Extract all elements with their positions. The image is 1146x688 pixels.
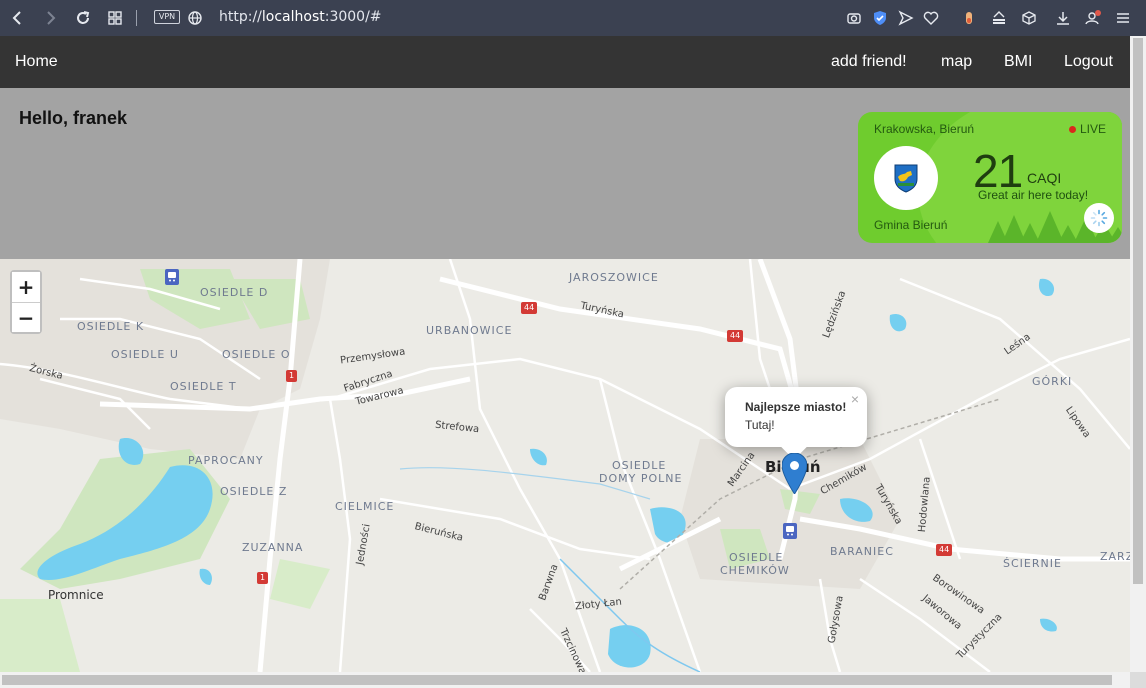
send-icon[interactable] — [897, 9, 915, 27]
coat-of-arms-icon — [874, 146, 938, 210]
district-label: GÓRKI — [1032, 375, 1073, 388]
nav-home[interactable]: Home — [15, 53, 58, 71]
toolbar-divider — [136, 10, 137, 26]
district-label: OSIEDLE — [729, 551, 784, 564]
zoom-in-button[interactable]: + — [12, 272, 40, 302]
extension-icon[interactable] — [960, 9, 978, 27]
district-label: OSIEDLE O — [222, 348, 291, 361]
road-number-badge: 44 — [727, 330, 744, 342]
download-icon[interactable] — [1054, 9, 1072, 27]
live-indicator: LIVE — [1068, 122, 1106, 136]
vpn-badge[interactable]: VPN — [154, 10, 180, 24]
popup-close-button[interactable]: × — [851, 391, 859, 407]
greeting-title: Hello, franek — [19, 108, 128, 128]
district-label: JAROSZOWICE — [569, 271, 659, 284]
profile-icon[interactable] — [1084, 9, 1102, 27]
road-number-badge: 44 — [521, 302, 538, 314]
road-number-badge: 1 — [286, 370, 298, 382]
district-label: OSIEDLE — [612, 459, 667, 472]
district-label: PAPROCANY — [188, 454, 264, 467]
horizontal-scrollbar[interactable] — [0, 672, 1130, 688]
popup-title: Najlepsze miasto! — [745, 400, 847, 414]
zoom-out-button[interactable]: − — [12, 302, 40, 332]
cube-icon[interactable] — [1020, 9, 1038, 27]
road-number-badge: 44 — [936, 544, 953, 556]
url-host: localhost — [261, 9, 325, 25]
camera-icon[interactable] — [845, 9, 863, 27]
browser-toolbar: VPN http://localhost:3000/# — [0, 0, 1146, 36]
live-label: LIVE — [1079, 122, 1106, 136]
zoom-control: + − — [10, 270, 42, 334]
air-message: Great air here today! — [978, 188, 1089, 202]
district-label: CIELMICE — [335, 500, 395, 513]
district-label: ZARZ — [1100, 550, 1130, 563]
url-rest: :3000/# — [324, 9, 382, 25]
reload-icon[interactable] — [74, 9, 92, 27]
loading-spinner-icon — [1084, 203, 1114, 233]
header-band: Hello, franek Krakowska, Bieruń LIVE 21 … — [0, 88, 1130, 259]
menu-icon[interactable] — [1114, 9, 1132, 27]
district-label: CHEMIKÓW — [720, 564, 790, 577]
nav-map[interactable]: map — [941, 53, 972, 71]
district-label: OSIEDLE Z — [220, 485, 288, 498]
horizontal-scroll-thumb[interactable] — [2, 675, 1112, 685]
nav-add-friend[interactable]: add friend! — [831, 53, 907, 71]
marker-popup: × Najlepsze miasto! Tutaj! — [725, 387, 867, 460]
air-quality-widget[interactable]: Krakowska, Bieruń LIVE 21 CAQI Great air… — [858, 112, 1122, 243]
heart-icon[interactable] — [922, 9, 940, 27]
town-label: Promnice — [48, 588, 104, 602]
map-view[interactable]: JAROSZOWICE URBANOWICE OSIEDLE D OSIEDLE… — [0, 259, 1130, 672]
address-bar[interactable]: http://localhost:3000/# — [219, 9, 382, 25]
district-label: DOMY POLNE — [599, 472, 683, 485]
district-label: OSIEDLE D — [200, 286, 269, 299]
map-base-layer — [0, 259, 1130, 672]
globe-icon — [186, 9, 204, 27]
forward-icon[interactable] — [41, 9, 59, 27]
nav-logout[interactable]: Logout — [1064, 53, 1113, 71]
popup-text: Tutaj! — [745, 418, 775, 432]
nav-bmi[interactable]: BMI — [1004, 53, 1032, 71]
district-label: OSIEDLE K — [77, 320, 145, 333]
vertical-scrollbar[interactable] — [1130, 36, 1146, 672]
air-location: Krakowska, Bieruń — [874, 122, 975, 136]
app-navbar: Home add friend! map BMI Logout — [0, 36, 1130, 88]
vertical-scroll-thumb[interactable] — [1133, 38, 1143, 584]
shield-icon[interactable] — [871, 9, 889, 27]
district-label: OSIEDLE U — [111, 348, 179, 361]
scrollbar-corner — [1130, 672, 1146, 688]
train-station-icon[interactable] — [783, 523, 797, 539]
tabs-grid-icon[interactable] — [106, 9, 124, 27]
wallet-icon[interactable] — [990, 9, 1008, 27]
back-icon[interactable] — [9, 9, 27, 27]
live-dot-icon — [1068, 126, 1076, 134]
train-station-icon[interactable] — [165, 269, 179, 285]
district-label: ŚCIERNIE — [1003, 557, 1062, 570]
url-prefix: http:// — [219, 9, 262, 25]
road-number-badge: 1 — [257, 572, 269, 584]
caqi-unit: CAQI — [1027, 170, 1062, 186]
district-label: BARANIEC — [830, 545, 894, 558]
map-marker-icon[interactable] — [782, 453, 807, 494]
municipality-label: Gmina Bieruń — [874, 218, 948, 232]
district-label: URBANOWICE — [426, 324, 513, 337]
district-label: OSIEDLE T — [170, 380, 237, 393]
district-label: ZUZANNA — [242, 541, 304, 554]
